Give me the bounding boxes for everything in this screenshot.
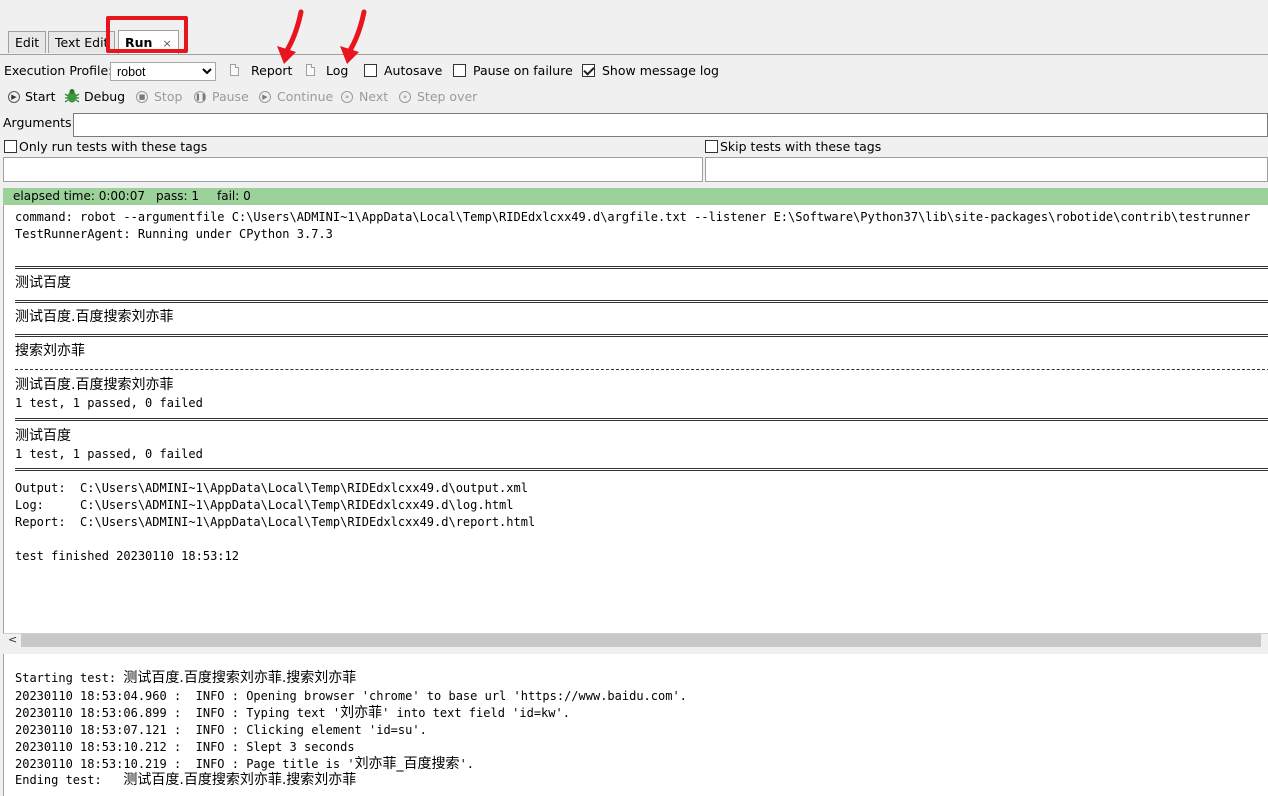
arguments-label: Arguments: [3, 115, 76, 130]
stop-button[interactable]: Stop [154, 89, 182, 105]
pause-button[interactable]: Pause [212, 89, 249, 105]
scroll-left-arrow-icon[interactable]: < [8, 633, 17, 646]
output-path-line: Output: C:\Users\ADMINI~1\AppData\Local\… [15, 481, 528, 495]
report-path-line: Report: C:\Users\ADMINI~1\AppData\Local\… [15, 515, 536, 529]
log-line-text-end: ' into text field 'id=kw'. [382, 706, 570, 720]
log-line-text: 20230110 18:53:10.219 : INFO : Page titl… [15, 757, 355, 771]
execution-profile-select[interactable]: robot [110, 62, 216, 81]
starting-test-name: 测试百度.百度搜索刘亦菲.搜索刘亦菲 [123, 670, 357, 686]
pause-icon: ❚❚ [194, 91, 207, 103]
ending-test-name: 测试百度.百度搜索刘亦菲.搜索刘亦菲 [123, 772, 357, 788]
status-bar: elapsed time: 0:00:07 pass: 1 fail: 0 [3, 188, 1268, 205]
starting-test-prefix: Starting test: [15, 671, 124, 685]
step-over-button[interactable]: Step over [417, 89, 477, 105]
annotation-arrow-log [340, 9, 367, 64]
log-line-text-end: '. [459, 757, 475, 771]
output-console[interactable]: command: robot --argumentfile C:\Users\A… [3, 205, 1268, 633]
window-top-strip [0, 0, 1268, 29]
only-run-tags-checkbox[interactable] [4, 140, 17, 153]
only-run-tags-label: Only run tests with these tags [19, 139, 208, 154]
elapsed-time: elapsed time: 0:00:07 [13, 189, 145, 203]
sub-suite-end-line: 测试百度.百度搜索刘亦菲 [15, 377, 174, 393]
autosave-checkbox[interactable] [364, 64, 377, 77]
separator [15, 266, 1268, 269]
only-run-tags-input[interactable] [3, 157, 703, 182]
tab-text-edit-label: Text Edit [55, 35, 109, 50]
autosave-label: Autosave [384, 63, 443, 78]
log-line-text: 20230110 18:53:04.960 : INFO : Opening b… [15, 689, 687, 703]
log-path-line: Log: C:\Users\ADMINI~1\AppData\Local\Tem… [15, 498, 514, 512]
stop-icon: ■ [136, 91, 148, 103]
log-line-text: 20230110 18:53:06.899 : INFO : Typing te… [15, 706, 341, 720]
highlight-box-annotation [106, 16, 188, 53]
log-line-cjk: 刘亦菲 [340, 705, 383, 721]
scrollbar-thumb[interactable] [21, 634, 1261, 647]
test-case-line: 搜索刘亦菲 [15, 343, 85, 359]
separator [15, 334, 1268, 337]
next-button[interactable]: Next [359, 89, 388, 105]
log-line-cjk: 刘亦菲_百度搜索 [354, 756, 460, 772]
pause-on-failure-label: Pause on failure [473, 63, 573, 78]
agent-line: TestRunnerAgent: Running under CPython 3… [15, 227, 333, 241]
show-message-log-label: Show message log [602, 63, 719, 78]
ending-test-line: Ending test: 测试百度.百度搜索刘亦菲.搜索刘亦菲 [15, 772, 356, 789]
fail-count: fail: 0 [217, 189, 251, 203]
show-message-log-checkbox[interactable] [582, 64, 595, 77]
log-line: 20230110 18:53:04.960 : INFO : Opening b… [15, 688, 687, 705]
suite-stats-line: 1 test, 1 passed, 0 failed [15, 447, 203, 461]
execution-profile-label: Execution Profile: [4, 63, 113, 78]
log-line-text: 20230110 18:53:07.121 : INFO : Clicking … [15, 723, 427, 737]
pass-count: pass: 1 [156, 189, 199, 203]
report-button[interactable]: Report [251, 63, 292, 79]
suite-start-line: 测试百度 [15, 275, 71, 291]
message-log-console[interactable]: Starting test: 测试百度.百度搜索刘亦菲.搜索刘亦菲 202301… [3, 654, 1268, 796]
log-line: 20230110 18:53:10.219 : INFO : Page titl… [15, 756, 474, 773]
continue-icon: ▶ [259, 91, 271, 103]
separator [15, 369, 1268, 370]
log-line-text: 20230110 18:53:10.212 : INFO : Slept 3 s… [15, 740, 355, 754]
separator [15, 468, 1268, 471]
log-line: 20230110 18:53:07.121 : INFO : Clicking … [15, 722, 427, 739]
sub-suite-stats-line: 1 test, 1 passed, 0 failed [15, 396, 203, 410]
finished-line: test finished 20230110 18:53:12 [15, 549, 239, 563]
ending-test-prefix: Ending test: [15, 773, 124, 787]
pause-on-failure-checkbox[interactable] [453, 64, 466, 77]
separator [15, 300, 1268, 303]
log-line: 20230110 18:53:06.899 : INFO : Typing te… [15, 705, 570, 722]
skip-tags-label: Skip tests with these tags [720, 139, 882, 154]
report-document-icon [230, 64, 239, 76]
starting-test-line: Starting test: 测试百度.百度搜索刘亦菲.搜索刘亦菲 [15, 670, 356, 687]
suite-end-line: 测试百度 [15, 428, 71, 444]
log-button[interactable]: Log [326, 63, 348, 79]
tab-edit-label: Edit [15, 35, 40, 50]
continue-button[interactable]: Continue [277, 89, 333, 105]
skip-tags-checkbox[interactable] [705, 140, 718, 153]
sub-suite-start-line: 测试百度.百度搜索刘亦菲 [15, 309, 174, 325]
skip-tags-input[interactable] [705, 157, 1268, 182]
next-icon: » [341, 91, 353, 103]
separator [15, 418, 1268, 421]
arguments-input[interactable] [73, 113, 1268, 137]
tab-edit[interactable]: Edit [8, 31, 47, 53]
start-icon: ▶ [8, 91, 20, 103]
debug-bug-icon [64, 89, 80, 103]
annotation-arrow-report [277, 9, 304, 64]
start-button[interactable]: Start [25, 89, 56, 105]
tab-bar [0, 28, 1268, 55]
log-document-icon [306, 64, 315, 76]
command-line: command: robot --argumentfile C:\Users\A… [15, 210, 1251, 224]
log-line: 20230110 18:53:10.212 : INFO : Slept 3 s… [15, 739, 355, 756]
step-over-icon: » [399, 91, 411, 103]
debug-button[interactable]: Debug [84, 89, 125, 105]
